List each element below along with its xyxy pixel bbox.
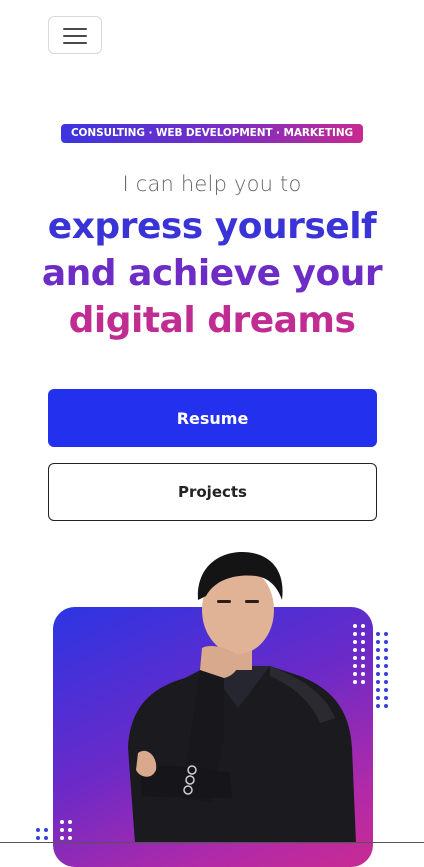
decorative-dot: [36, 828, 40, 832]
decorative-dot: [361, 656, 365, 660]
decorative-dot: [361, 664, 365, 668]
decorative-dot: [384, 696, 388, 700]
decorative-dot: [361, 640, 365, 644]
decorative-dot: [44, 828, 48, 832]
hamburger-menu-icon-bar: [63, 42, 87, 44]
decorative-dot: [384, 704, 388, 708]
decorative-dot: [384, 640, 388, 644]
portrait-photo: [128, 552, 356, 843]
decorative-dot: [384, 656, 388, 660]
headline-line-2: and achieve your: [41, 253, 383, 294]
decorative-dot: [68, 820, 72, 824]
headline-line-1: express yourself: [47, 206, 377, 247]
decorative-dot: [384, 664, 388, 668]
decorative-dot: [68, 828, 72, 832]
hamburger-menu-icon-bar: [63, 35, 87, 37]
decorative-dot: [384, 648, 388, 652]
services-badge: CONSULTING · WEB DEVELOPMENT · MARKETING: [61, 124, 363, 143]
decorative-dot: [376, 672, 380, 676]
decorative-dot: [361, 672, 365, 676]
decorative-dot: [376, 656, 380, 660]
hero-headline: express yourself and achieve your digita…: [0, 203, 424, 344]
hero-intro: I can help you to: [122, 172, 302, 196]
decorative-dot: [44, 836, 48, 840]
decorative-dot: [376, 664, 380, 668]
decorative-dot: [384, 672, 388, 676]
projects-button[interactable]: Projects: [48, 463, 377, 521]
decorative-dot: [376, 696, 380, 700]
decorative-dot: [361, 624, 365, 628]
decorative-dot: [384, 632, 388, 636]
decorative-dot: [376, 648, 380, 652]
decorative-dot: [60, 828, 64, 832]
decorative-dot: [384, 688, 388, 692]
hamburger-menu-icon: [63, 28, 87, 30]
decorative-dot: [376, 680, 380, 684]
decorative-dot: [36, 836, 40, 840]
decorative-dot: [384, 680, 388, 684]
decorative-dot: [68, 836, 72, 840]
decorative-dot: [361, 648, 365, 652]
decorative-dot: [376, 632, 380, 636]
decorative-dot: [60, 836, 64, 840]
menu-toggle-button[interactable]: [48, 16, 102, 54]
resume-button[interactable]: Resume: [48, 389, 377, 447]
decorative-dot: [376, 688, 380, 692]
decorative-dot: [60, 820, 64, 824]
decorative-dot: [376, 704, 380, 708]
decorative-dot: [361, 680, 365, 684]
decorative-dot: [361, 632, 365, 636]
decorative-dot: [376, 640, 380, 644]
headline-line-3: digital dreams: [68, 300, 356, 341]
